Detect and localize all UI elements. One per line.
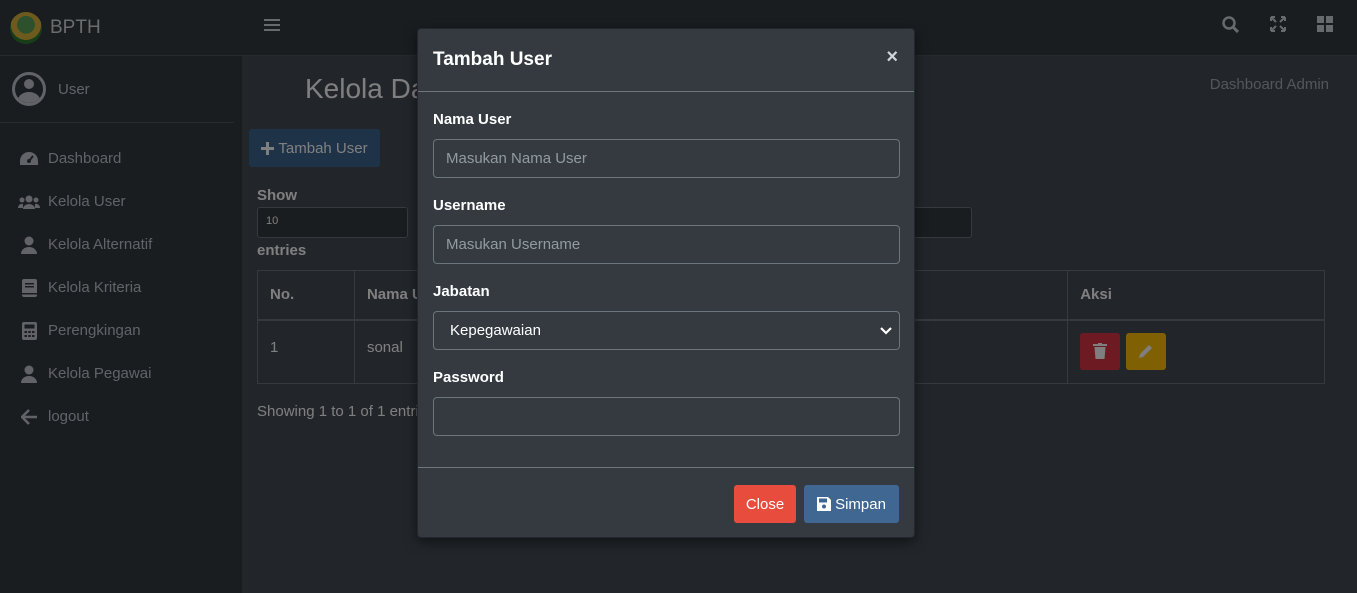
close-button[interactable]: Close xyxy=(734,485,796,523)
add-user-modal: Tambah User × Nama User Username Jabatan… xyxy=(417,28,915,538)
modal-header: Tambah User × xyxy=(418,29,914,92)
chevron-down-icon xyxy=(880,327,892,335)
jabatan-select[interactable]: Kepegawaian xyxy=(433,311,900,350)
nama-user-label: Nama User xyxy=(433,111,512,128)
username-label: Username xyxy=(433,197,506,214)
save-button[interactable]: Simpan xyxy=(804,485,899,523)
jabatan-label: Jabatan xyxy=(433,283,490,300)
password-label: Password xyxy=(433,369,504,386)
close-icon[interactable]: × xyxy=(886,46,898,69)
save-icon xyxy=(817,497,832,511)
save-label: Simpan xyxy=(835,495,886,513)
modal-footer: Close Simpan xyxy=(418,467,914,538)
modal-backdrop-sidebar[interactable] xyxy=(0,0,242,593)
jabatan-selected-value: Kepegawaian xyxy=(450,322,541,339)
username-input[interactable] xyxy=(433,225,900,264)
password-input[interactable] xyxy=(433,397,900,436)
nama-user-input[interactable] xyxy=(433,139,900,178)
modal-title: Tambah User xyxy=(433,49,552,70)
